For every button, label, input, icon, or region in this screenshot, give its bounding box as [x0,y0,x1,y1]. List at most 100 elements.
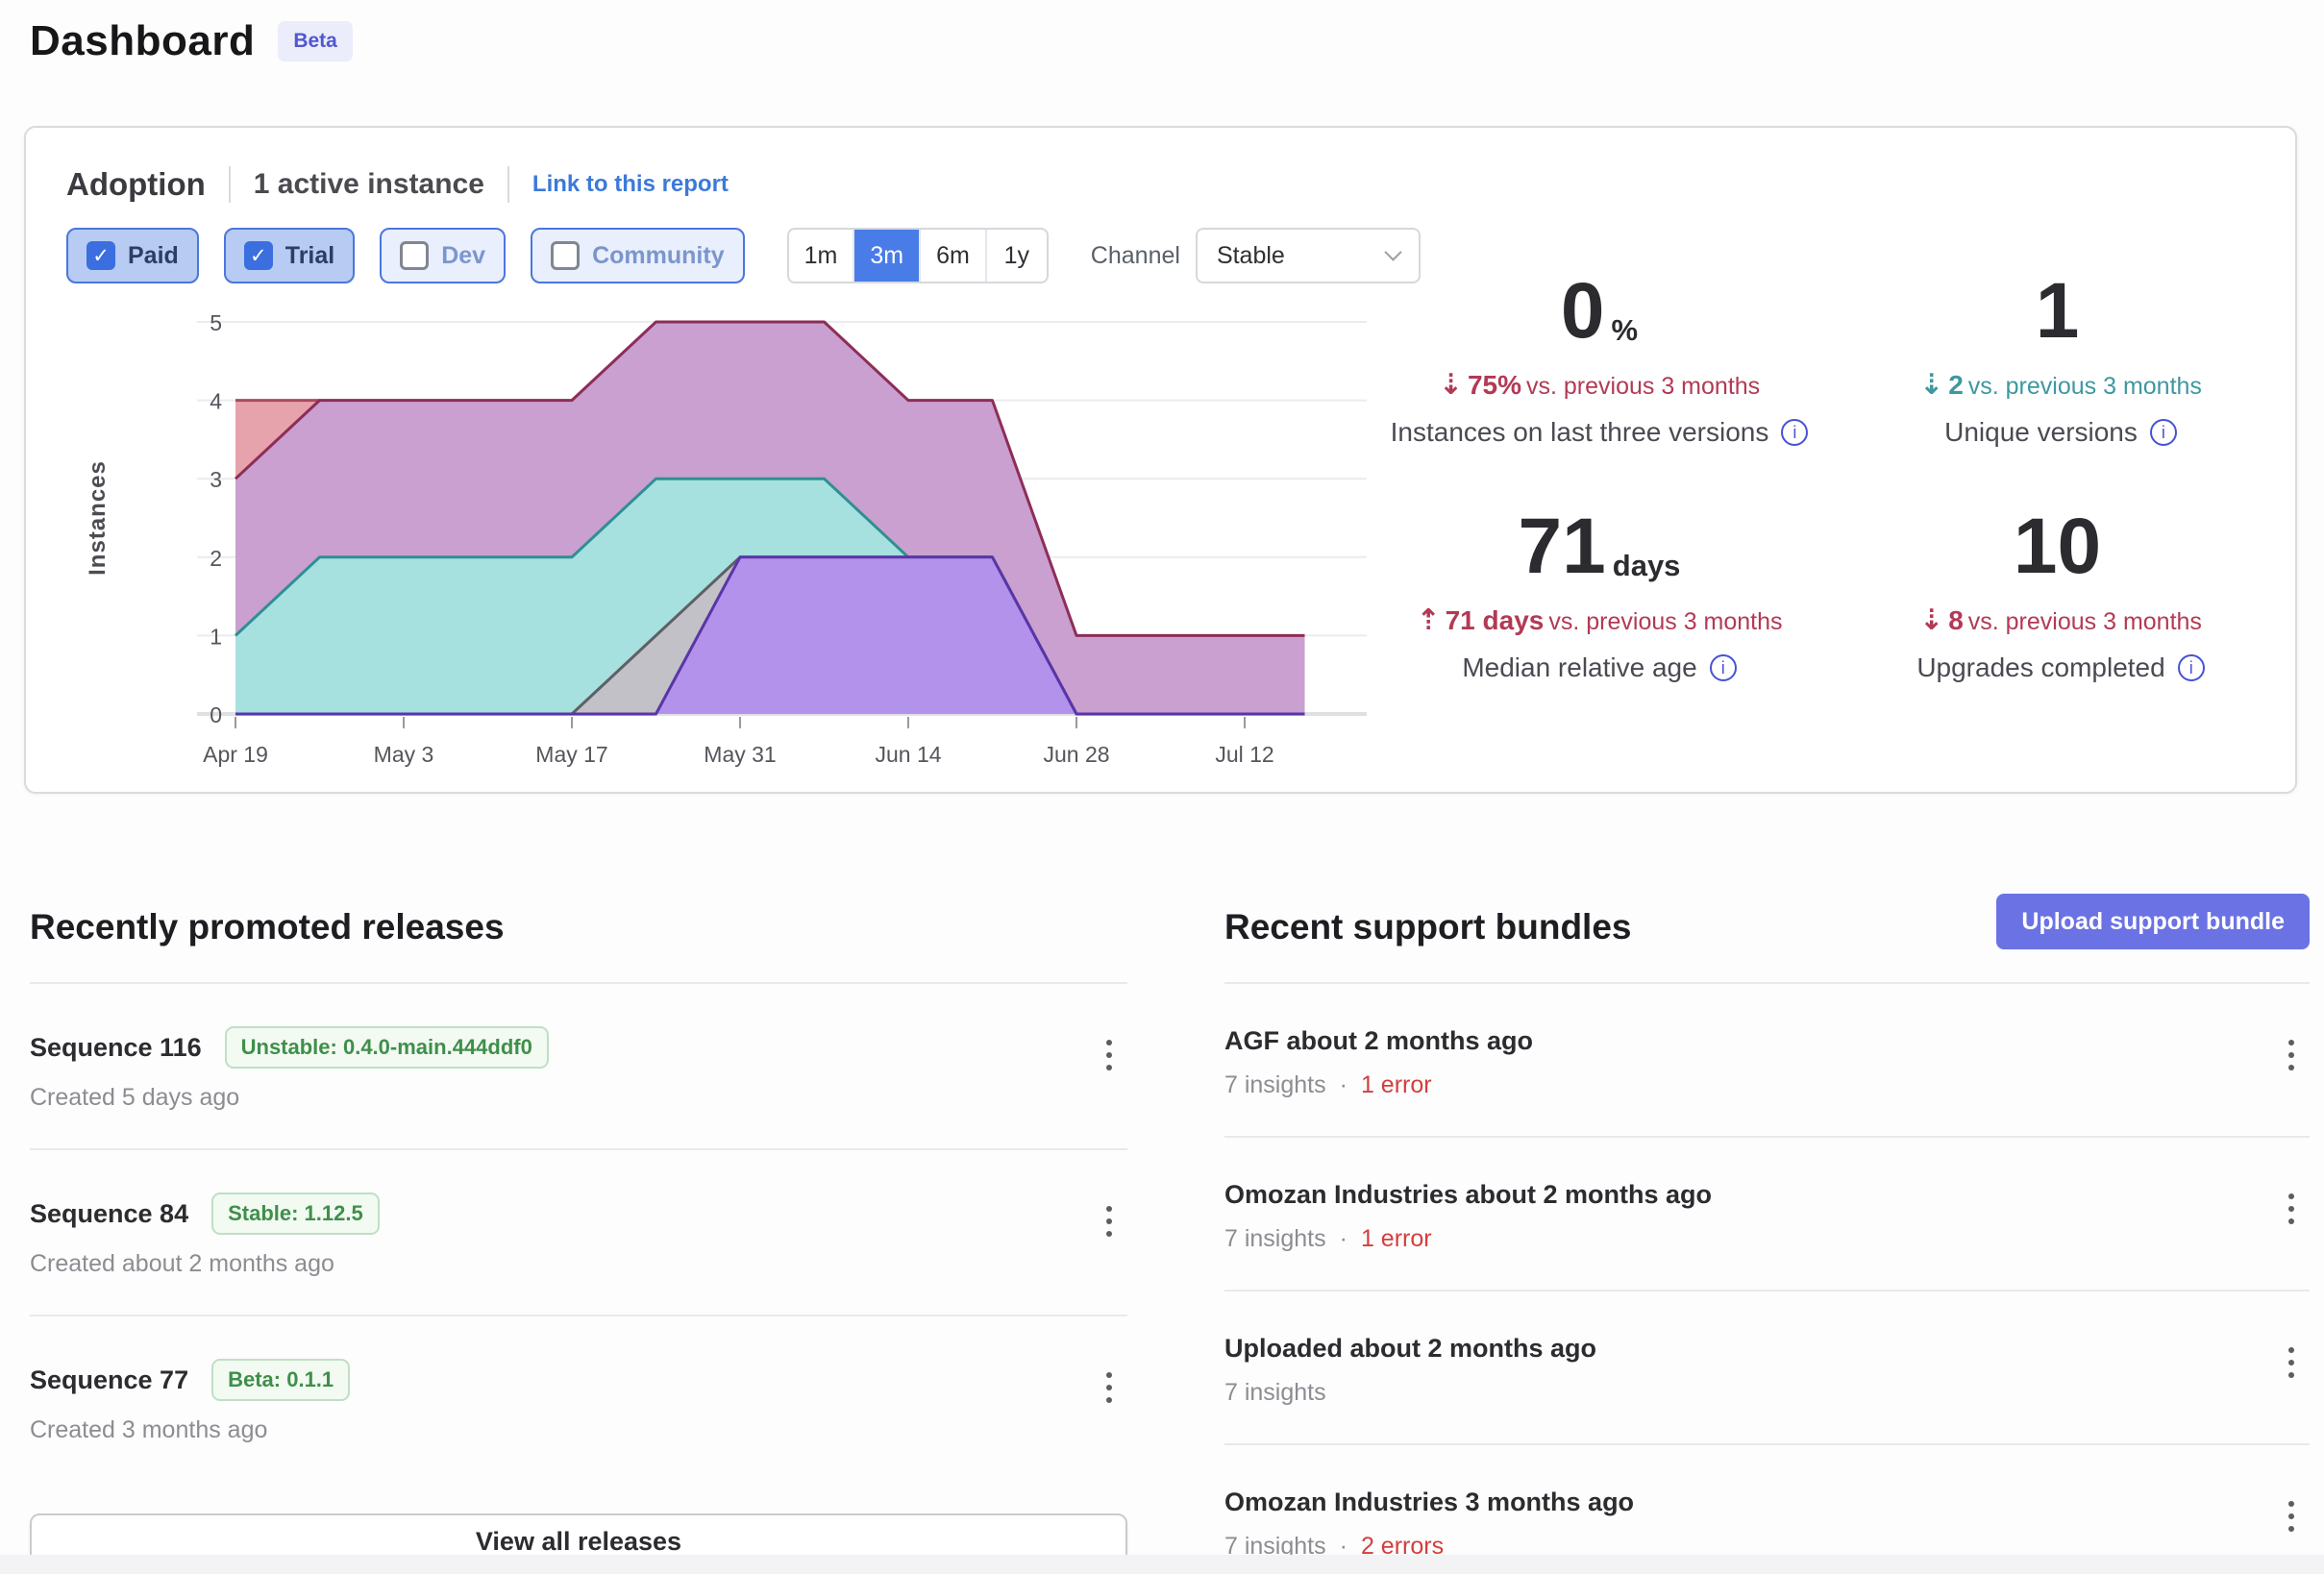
dot-separator: · [1340,1071,1347,1099]
filter-trial[interactable]: Trial [224,228,355,283]
svg-text:Apr 19: Apr 19 [203,742,268,767]
svg-text:Instances: Instances [85,460,111,576]
bundle-error-count: 1 error [1361,1225,1432,1253]
dashboard-page: Dashboard Beta Adoption 1 active instanc… [0,0,2324,1574]
release-created: Created about 2 months ago [30,1250,1127,1278]
bundle-insights: 7 insights [1224,1225,1326,1253]
kebab-menu-icon[interactable] [1100,1366,1118,1409]
range-3m[interactable]: 3m [854,230,921,282]
svg-text:Jul 12: Jul 12 [1215,742,1273,767]
release-title: Sequence 77 [30,1365,188,1395]
kebab-menu-icon[interactable] [2283,1341,2300,1384]
kebab-menu-icon[interactable] [1100,1200,1118,1242]
stat-delta: ⇡71 daysvs. previous 3 months [1369,603,1830,637]
filter-paid[interactable]: Paid [66,228,199,283]
filter-label: Trial [285,242,334,270]
release-title: Sequence 84 [30,1199,188,1229]
adoption-filters: Paid Trial Dev Community 1m 3m 6m 1y Cha… [66,228,1421,283]
svg-text:May 31: May 31 [704,742,776,767]
stat-delta: ⇣2vs. previous 3 months [1830,368,2291,402]
checkbox-checked-icon [87,241,115,270]
adoption-card: Adoption 1 active instance Link to this … [24,126,2297,794]
channel-label: Channel [1091,242,1180,270]
dot-separator: · [1340,1225,1347,1253]
stat-delta: ⇣75%vs. previous 3 months [1369,368,1830,402]
stat-value: 71days [1369,507,1830,586]
stat-unique-versions: 1 ⇣2vs. previous 3 months Unique version… [1830,272,2291,448]
dashed-down-arrow-icon: ⇣ [1439,368,1463,402]
info-icon[interactable] [2150,419,2177,446]
bundle-title: Uploaded about 2 months ago [1224,1334,1596,1364]
svg-text:1: 1 [210,624,222,649]
release-channel-badge: Stable: 1.12.5 [211,1193,380,1235]
range-1m[interactable]: 1m [789,230,855,282]
stat-label: Instances on last three versions [1369,417,1830,448]
adoption-title: Adoption [66,166,206,203]
adoption-card-header: Adoption 1 active instance Link to this … [66,166,729,203]
releases-section: Recently promoted releases Sequence 116 … [30,907,1127,1569]
kebab-menu-icon[interactable] [2283,1188,2300,1230]
checkbox-checked-icon [244,241,273,270]
release-channel-badge: Beta: 0.1.1 [211,1359,350,1401]
info-icon[interactable] [2178,654,2205,681]
releases-heading: Recently promoted releases [30,907,1127,947]
page-title: Dashboard [30,17,255,65]
kebab-menu-icon[interactable] [1100,1034,1118,1076]
range-6m[interactable]: 6m [921,230,987,282]
stat-label: Unique versions [1830,417,2291,448]
dashed-down-arrow-icon: ⇣ [1919,368,1943,402]
active-instance-count: 1 active instance [254,168,484,201]
dashed-down-arrow-icon: ⇣ [1919,603,1943,637]
stat-value: 1 [1830,272,2291,351]
kebab-menu-icon[interactable] [2283,1495,2300,1537]
stat-label: Median relative age [1369,652,1830,683]
bundle-error-count: 1 error [1361,1071,1432,1099]
svg-text:4: 4 [210,389,222,414]
bundles-section: Recent support bundles Upload support bu… [1224,907,2310,1574]
release-title: Sequence 116 [30,1033,202,1063]
stat-value: 10 [1830,507,2291,586]
release-row: Sequence 84 Stable: 1.12.5 Created about… [30,1148,1127,1315]
stat-instances-last-three-versions: 0% ⇣75%vs. previous 3 months Instances o… [1369,272,1830,448]
bundle-row: Omozan Industries about 2 months ago 7 i… [1224,1136,2310,1290]
info-icon[interactable] [1781,419,1808,446]
stat-value: 0% [1369,272,1830,351]
release-channel-badge: Unstable: 0.4.0-main.444ddf0 [225,1026,549,1069]
svg-text:Jun 14: Jun 14 [875,742,941,767]
divider [229,166,231,203]
svg-text:2: 2 [210,546,222,571]
bundle-row: Uploaded about 2 months ago 7 insights [1224,1290,2310,1443]
link-to-report[interactable]: Link to this report [532,171,729,198]
info-icon[interactable] [1710,654,1737,681]
filter-label: Paid [128,242,179,270]
release-created: Created 5 days ago [30,1084,1127,1112]
checkbox-unchecked-icon [400,241,429,270]
svg-text:May 3: May 3 [374,742,434,767]
svg-text:0: 0 [210,702,222,727]
chevron-down-icon [1384,243,1401,260]
page-header: Dashboard Beta [30,17,353,65]
release-row: Sequence 77 Beta: 0.1.1 Created 3 months… [30,1315,1127,1481]
stat-upgrades-completed: 10 ⇣8vs. previous 3 months Upgrades comp… [1830,507,2291,683]
svg-text:Jun 28: Jun 28 [1043,742,1109,767]
svg-text:3: 3 [210,467,222,492]
stat-delta: ⇣8vs. previous 3 months [1830,603,2291,637]
release-created: Created 3 months ago [30,1416,1127,1444]
beta-badge: Beta [278,21,353,61]
filter-dev[interactable]: Dev [380,228,506,283]
range-1y[interactable]: 1y [987,230,1047,282]
kebab-menu-icon[interactable] [2283,1034,2300,1076]
upload-support-bundle-button[interactable]: Upload support bundle [1996,894,2310,949]
svg-text:5: 5 [210,310,222,335]
stat-median-relative-age: 71days ⇡71 daysvs. previous 3 months Med… [1369,507,1830,683]
filter-community[interactable]: Community [531,228,745,283]
filter-label: Community [592,242,725,270]
dashed-up-arrow-icon: ⇡ [1416,603,1440,637]
bundle-insights: 7 insights [1224,1071,1326,1099]
checkbox-unchecked-icon [551,241,580,270]
bundle-title: AGF about 2 months ago [1224,1026,1533,1056]
bundle-insights: 7 insights [1224,1379,1326,1407]
bundle-title: Omozan Industries about 2 months ago [1224,1180,1712,1210]
channel-select-value: Stable [1217,242,1285,270]
bundle-title: Omozan Industries 3 months ago [1224,1488,1634,1517]
